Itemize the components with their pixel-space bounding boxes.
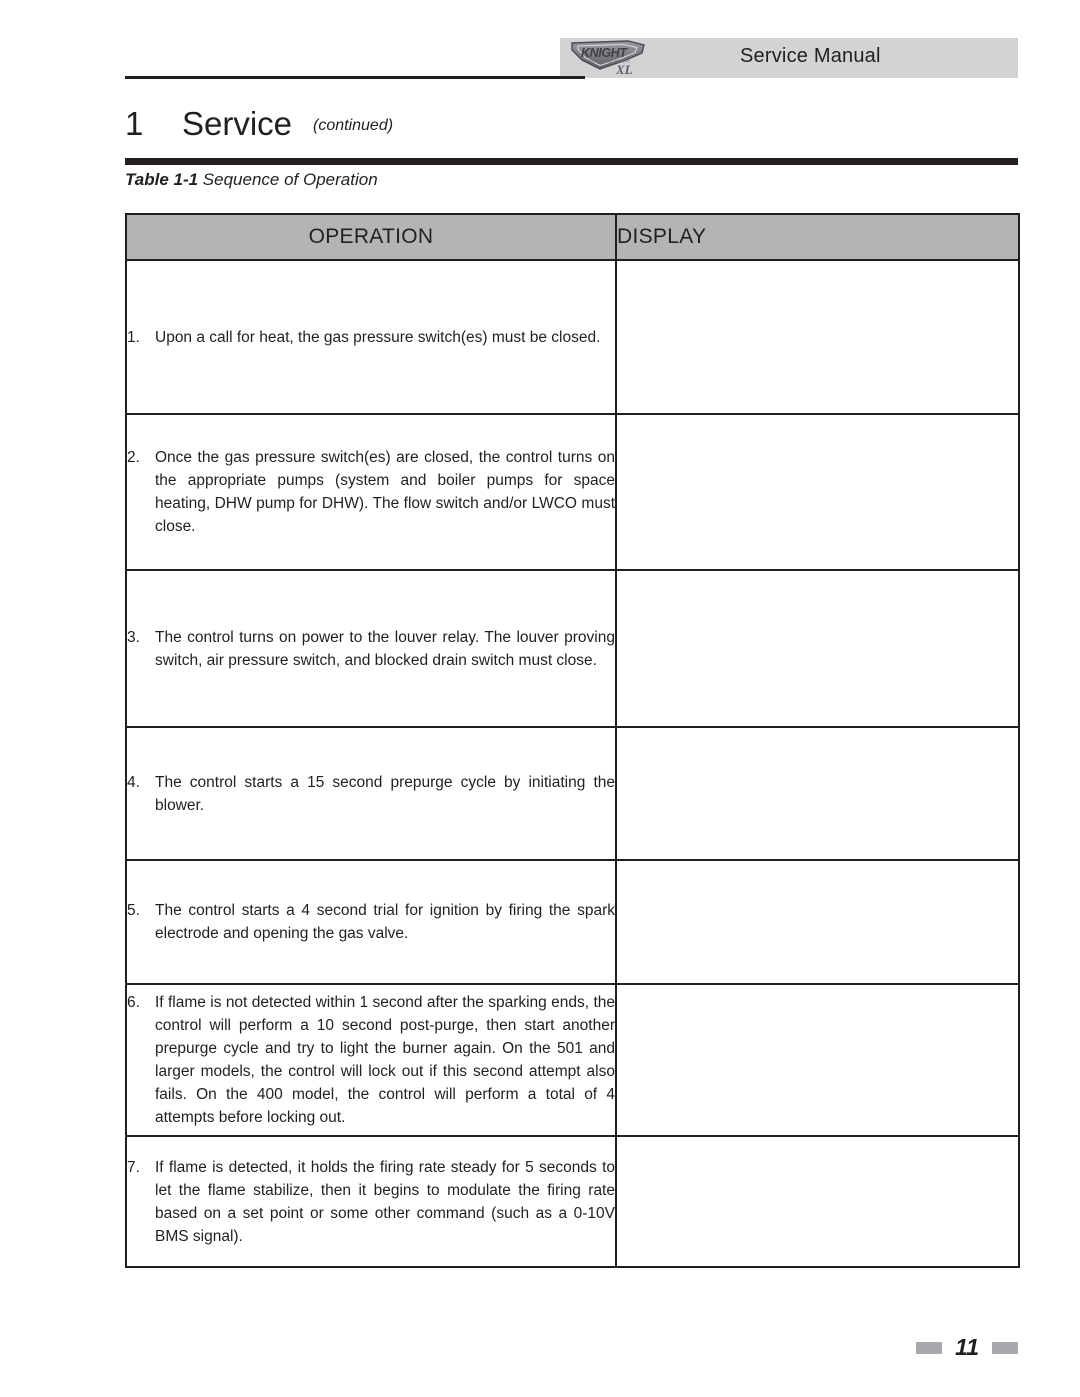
table-row: 2. Once the gas pressure switch(es) are c…	[125, 413, 1020, 571]
step-number: 3.	[127, 628, 140, 646]
table-caption-label: Table 1-1	[125, 170, 199, 189]
section-divider-rule	[125, 158, 1018, 165]
page-number: 11	[955, 1334, 979, 1360]
page-footer: 11	[0, 1336, 1080, 1376]
table-row: 4. The control starts a 15 second prepurg…	[125, 726, 1020, 861]
display-cell	[615, 726, 1020, 861]
step-text: The control starts a 15 second prepurge …	[155, 773, 615, 814]
svg-text:KNIGHT: KNIGHT	[581, 46, 628, 60]
display-cell	[615, 1135, 1020, 1268]
display-cell	[615, 259, 1020, 415]
step-number: 1.	[127, 328, 140, 346]
footer-dash-left-icon	[916, 1341, 943, 1354]
table-row: 6. If flame is not detected within 1 seco…	[125, 983, 1020, 1137]
step-text: Once the gas pressure switch(es) are clo…	[155, 449, 615, 535]
step-number: 2.	[127, 449, 140, 466]
step-number: 7.	[127, 1158, 140, 1176]
step-number: 5.	[127, 902, 140, 919]
table-row: 1. Upon a call for heat, the gas pressure…	[125, 259, 1020, 415]
step-text: If flame is detected, it holds the firin…	[155, 1158, 615, 1245]
operation-cell: 3. The control turns on power to the louv…	[125, 569, 617, 728]
table-caption: Table 1-1 Sequence of Operation	[125, 170, 378, 190]
display-cell	[615, 413, 1020, 571]
footer-dash-right-icon	[992, 1341, 1018, 1354]
operation-cell: 2. Once the gas pressure switch(es) are c…	[125, 413, 617, 571]
operation-cell: 4. The control starts a 15 second prepurg…	[125, 726, 617, 861]
step-text: The control starts a 4 second trial for …	[155, 902, 615, 942]
step-number: 4.	[127, 773, 140, 791]
table-row: 5. The control starts a 4 second trial fo…	[125, 859, 1020, 985]
svg-text:XL: XL	[615, 62, 633, 77]
chapter-number: 1	[125, 105, 144, 142]
column-header-operation: OPERATION	[125, 213, 617, 261]
display-cell	[615, 859, 1020, 985]
header-horizontal-rule	[125, 76, 585, 79]
operation-cell: 6. If flame is not detected within 1 seco…	[125, 983, 617, 1137]
operation-cell: 7. If flame is detected, it holds the fir…	[125, 1135, 617, 1268]
table-row: 3. The control turns on power to the louv…	[125, 569, 1020, 728]
column-header-display: DISPLAY	[615, 213, 1020, 261]
sequence-of-operation-table: OPERATION DISPLAY 1. Upon a call for heat…	[125, 213, 1020, 1268]
service-manual-label: Service Manual	[740, 45, 881, 67]
chapter-title: 1 Service (continued)	[125, 103, 1018, 155]
table-caption-title: Sequence of Operation	[198, 170, 378, 189]
display-cell	[615, 983, 1020, 1137]
operation-cell: 1. Upon a call for heat, the gas pressure…	[125, 259, 617, 415]
chapter-continued-note: (continued)	[313, 117, 394, 134]
knight-xl-logo-icon: KNIGHT COMMERCIAL BOILERS XL	[566, 38, 662, 78]
step-text: If flame is not detected within 1 second…	[155, 994, 615, 1126]
step-text: Upon a call for heat, the gas pressure s…	[155, 328, 601, 346]
table-header-row: OPERATION DISPLAY	[125, 213, 1020, 261]
step-number: 6.	[127, 994, 140, 1011]
display-cell	[615, 569, 1020, 728]
page-header: KNIGHT COMMERCIAL BOILERS XL Service Man…	[0, 0, 1080, 92]
table-body: 1. Upon a call for heat, the gas pressure…	[125, 259, 1020, 1268]
chapter-name: Service	[182, 105, 293, 142]
table-row: 7. If flame is detected, it holds the fir…	[125, 1135, 1020, 1268]
step-text: The control turns on power to the louver…	[155, 628, 615, 669]
operation-cell: 5. The control starts a 4 second trial fo…	[125, 859, 617, 985]
